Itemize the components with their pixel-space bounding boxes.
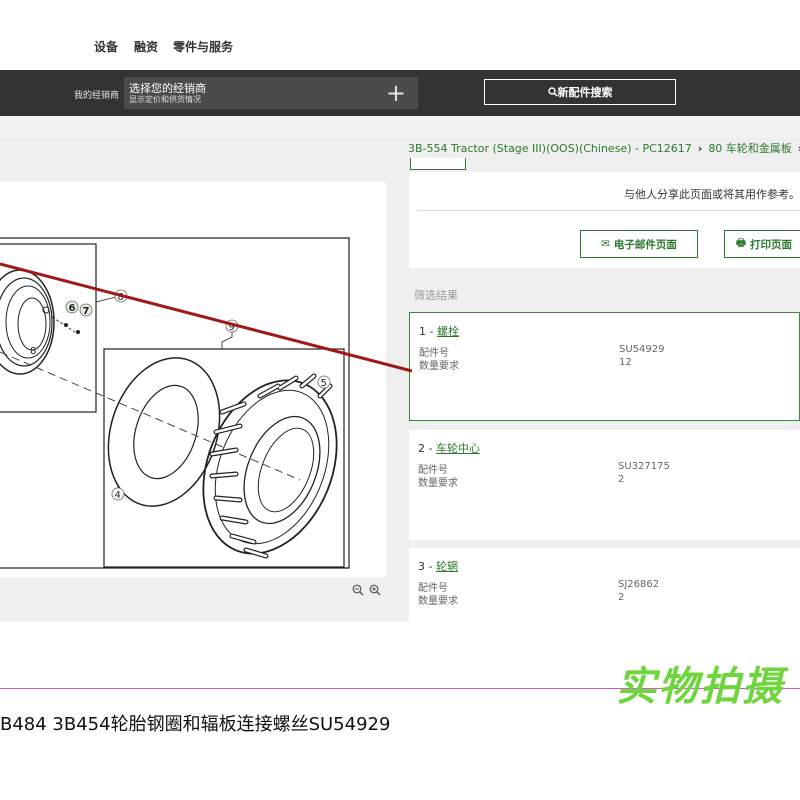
watermark-text: 实物拍摄 bbox=[616, 664, 784, 710]
product-caption: B484 3B454轮胎钢圈和辐板连接螺丝SU54929 bbox=[0, 714, 391, 735]
